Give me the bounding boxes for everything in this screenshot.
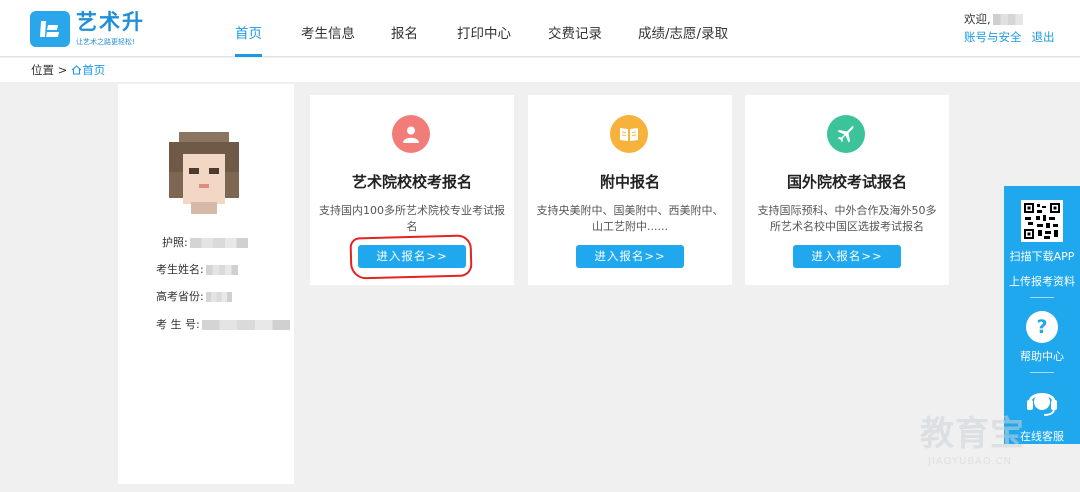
nav-registration[interactable]: 报名: [391, 0, 418, 57]
headset-icon[interactable]: [1024, 384, 1060, 416]
passport-label: 护照:: [162, 236, 188, 249]
exam-no-line: 考 生 号:: [156, 318, 290, 332]
qr-code-icon[interactable]: [1021, 200, 1063, 242]
province-line: 高考省份:: [156, 290, 232, 304]
card-title: 艺术院校校考报名: [351, 173, 472, 191]
nav-scores-admission[interactable]: 成绩/志愿/录取: [638, 0, 728, 57]
account-security-link[interactable]: 账号与安全: [964, 30, 1022, 44]
watermark-sub: JIAOYUBAO.CN: [928, 456, 1012, 467]
main-nav: 首页 考生信息 报名 打印中心 交费记录 成绩/志愿/录取: [0, 0, 1080, 57]
red-circle-annotation: [349, 234, 473, 280]
upload-materials-link[interactable]: 上传报考资料: [1004, 275, 1080, 289]
logout-link[interactable]: 退出: [1032, 30, 1055, 44]
nav-home[interactable]: 首页: [235, 0, 262, 57]
help-center-link[interactable]: 帮助中心: [1004, 350, 1080, 364]
airplane-icon: [827, 115, 865, 153]
card-title: 附中报名: [599, 173, 660, 191]
top-header: 艺术升 让艺术之路更轻松! 首页 考生信息 报名 打印中心 交费记录 成绩/志愿…: [0, 0, 1080, 57]
card-foreign-college-exam: 国外院校考试报名 支持国际预科、中外合作及海外50多所艺术名校中国区选拔考试报名…: [745, 95, 949, 285]
card-desc: 支持央美附中、国美附中、西美附中、山工艺附中......: [536, 204, 724, 233]
province-blurred: [205, 292, 232, 302]
watermark: 教育宝 JIAOYUBAO.CN: [920, 414, 1070, 474]
exam-no-blurred: [201, 320, 290, 330]
nav-payment-records[interactable]: 交费记录: [548, 0, 602, 57]
welcome-line: 欢迎,: [964, 10, 1054, 28]
person-icon: [392, 115, 430, 153]
passport-line: 护照:: [162, 236, 248, 250]
book-icon: [610, 115, 648, 153]
user-panel: 欢迎, 账号与安全 退出: [964, 10, 1055, 46]
nav-print-center[interactable]: 打印中心: [457, 0, 511, 57]
profile-panel: 护照: 考生姓名: 高考省份: 考 生 号:: [118, 84, 294, 484]
home-icon: [71, 65, 82, 75]
name-label: 考生姓名:: [156, 263, 204, 276]
card-desc: 支持国际预科、中外合作及海外50多所艺术名校中国区选拔考试报名: [757, 204, 937, 233]
avatar: [169, 132, 239, 214]
card-affiliated-school: 附中报名 支持央美附中、国美附中、西美附中、山工艺附中...... 进入报名>>: [528, 95, 732, 285]
breadcrumb-prefix: 位置 >: [31, 63, 68, 77]
province-label: 高考省份:: [156, 290, 204, 303]
enter-registration-button[interactable]: 进入报名>>: [793, 245, 901, 268]
watermark-text: 教育宝: [920, 414, 1025, 454]
nav-student-info[interactable]: 考生信息: [301, 0, 355, 57]
help-icon[interactable]: ?: [1026, 311, 1058, 343]
separator: [1030, 297, 1054, 298]
right-float-bar: 扫描下载APP 上传报考资料 ? 帮助中心 在线客服: [1004, 186, 1080, 444]
exam-no-label: 考 生 号:: [156, 318, 200, 331]
scan-app-link[interactable]: 扫描下载APP: [1004, 250, 1080, 264]
enter-registration-button[interactable]: 进入报名>>: [576, 245, 684, 268]
separator: [1030, 372, 1054, 373]
user-links: 账号与安全 退出: [964, 28, 1055, 46]
welcome-text: 欢迎,: [964, 12, 991, 26]
name-blurred: [205, 265, 238, 275]
passport-blurred: [189, 238, 248, 248]
card-title: 国外院校考试报名: [786, 173, 907, 191]
breadcrumb-home[interactable]: 首页: [82, 63, 105, 77]
card-desc: 支持国内100多所艺术院校专业考试报名: [319, 204, 505, 233]
breadcrumb: 位置 > 首页: [0, 58, 1080, 82]
name-line: 考生姓名:: [156, 263, 238, 277]
username-blurred: [992, 14, 1023, 25]
